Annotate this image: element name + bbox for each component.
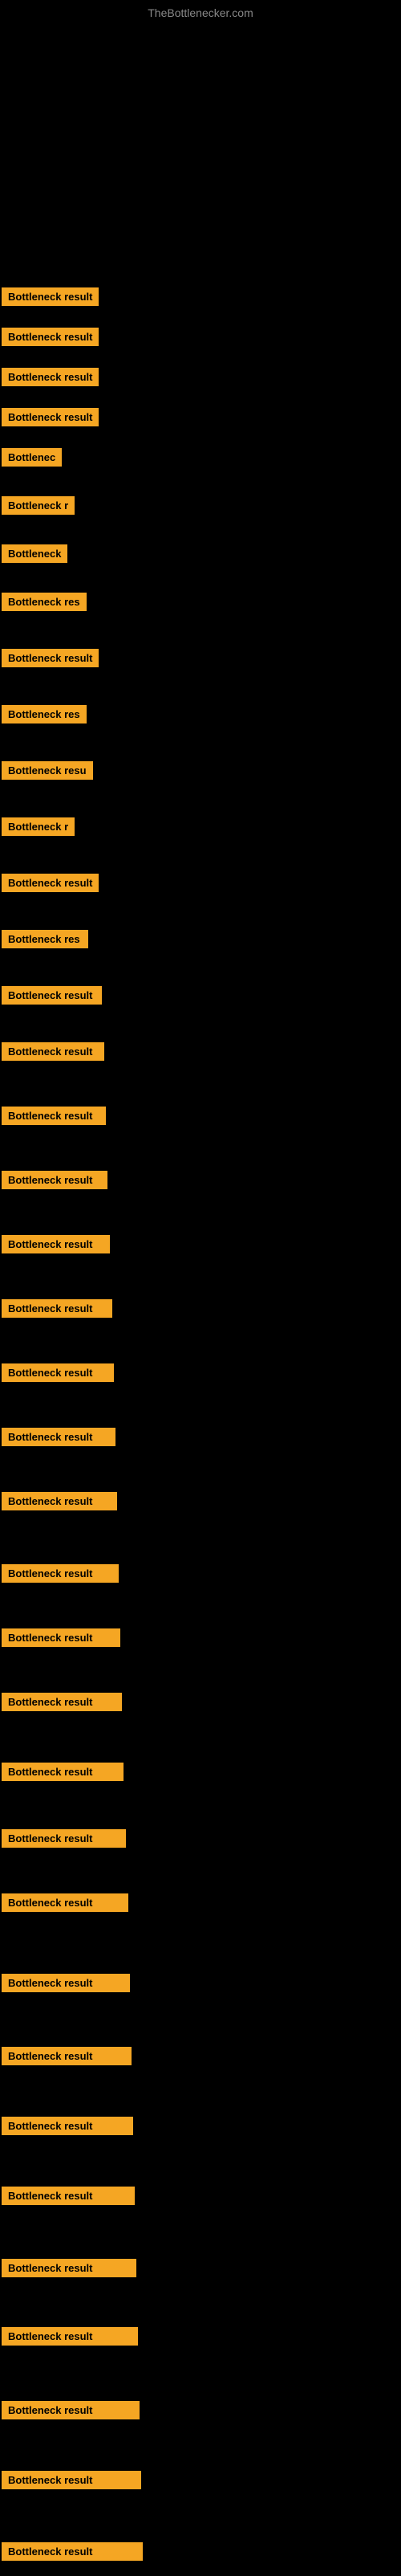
bottleneck-item-2: Bottleneck result (2, 328, 99, 346)
bottleneck-item-16: Bottleneck result (2, 1042, 104, 1061)
bottleneck-item-34: Bottleneck result (2, 2259, 136, 2277)
bottleneck-item-19: Bottleneck result (2, 1235, 110, 1253)
bottleneck-item-31: Bottleneck result (2, 2047, 132, 2065)
bottleneck-item-8: Bottleneck res (2, 593, 87, 611)
bottleneck-item-37: Bottleneck result (2, 2471, 141, 2489)
bottleneck-item-13: Bottleneck result (2, 874, 99, 892)
bottleneck-item-5: Bottlenec (2, 448, 62, 467)
bottleneck-item-12: Bottleneck r (2, 817, 75, 836)
bottleneck-item-6: Bottleneck r (2, 496, 75, 515)
bottleneck-item-22: Bottleneck result (2, 1428, 115, 1446)
bottleneck-item-32: Bottleneck result (2, 2117, 133, 2135)
bottleneck-item-38: Bottleneck result (2, 2542, 143, 2561)
bottleneck-item-28: Bottleneck result (2, 1829, 126, 1848)
bottleneck-item-24: Bottleneck result (2, 1564, 119, 1583)
bottleneck-item-29: Bottleneck result (2, 1893, 128, 1912)
bottleneck-item-4: Bottleneck result (2, 408, 99, 426)
bottleneck-item-7: Bottleneck (2, 544, 67, 563)
bottleneck-item-14: Bottleneck res (2, 930, 88, 948)
site-title: TheBottlenecker.com (0, 0, 401, 22)
bottleneck-item-27: Bottleneck result (2, 1763, 124, 1781)
bottleneck-item-36: Bottleneck result (2, 2401, 140, 2419)
bottleneck-item-1: Bottleneck result (2, 287, 99, 306)
bottleneck-item-35: Bottleneck result (2, 2327, 138, 2346)
bottleneck-item-25: Bottleneck result (2, 1628, 120, 1647)
bottleneck-item-18: Bottleneck result (2, 1171, 107, 1189)
bottleneck-item-11: Bottleneck resu (2, 761, 93, 780)
bottleneck-item-3: Bottleneck result (2, 368, 99, 386)
bottleneck-item-26: Bottleneck result (2, 1693, 122, 1711)
bottleneck-item-33: Bottleneck result (2, 2187, 135, 2205)
bottleneck-item-9: Bottleneck result (2, 649, 99, 667)
bottleneck-item-23: Bottleneck result (2, 1492, 117, 1510)
bottleneck-item-20: Bottleneck result (2, 1299, 112, 1318)
bottleneck-item-10: Bottleneck res (2, 705, 87, 723)
bottleneck-item-21: Bottleneck result (2, 1363, 114, 1382)
bottleneck-item-30: Bottleneck result (2, 1974, 130, 1992)
bottleneck-item-17: Bottleneck result (2, 1107, 106, 1125)
bottleneck-item-15: Bottleneck result (2, 986, 102, 1005)
